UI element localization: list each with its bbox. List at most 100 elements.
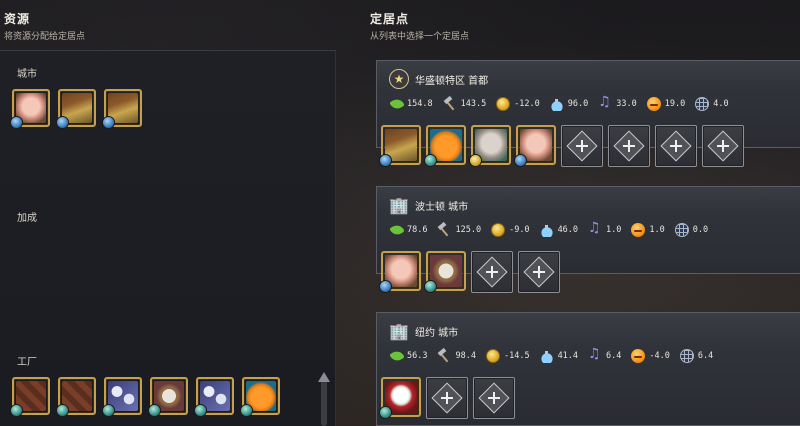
add-plus-icon <box>660 130 692 162</box>
settlement-name: 华盛顿特区 首都 <box>415 75 489 87</box>
settlement-stats: 154.8 143.5 -12.0 96.0 33.0 19.0 4.0 <box>389 94 739 112</box>
stat-value: 56.3 <box>407 351 428 361</box>
empty-resource-slot[interactable] <box>561 125 603 167</box>
settlement-resource-slots <box>379 251 560 293</box>
settlement-card-boston[interactable]: 🏢 波士顿 城市 78.6 125.0 -9.0 46.0 1.0 1.0 0.0 <box>376 186 800 293</box>
settlement-header: ★ 华盛顿特区 首都 <box>389 69 488 89</box>
resource-tile[interactable] <box>56 89 96 129</box>
stat-value: -12.0 <box>514 99 540 109</box>
stat-value: 143.5 <box>460 99 487 109</box>
resource-tile[interactable] <box>379 125 421 167</box>
resource-type-badge-icon <box>424 280 437 293</box>
happiness-icon <box>631 223 646 237</box>
settlement-name: 波士顿 城市 <box>415 201 469 213</box>
empty-resource-slot[interactable] <box>518 251 560 293</box>
add-plus-icon <box>613 130 645 162</box>
resource-tile[interactable] <box>194 377 234 417</box>
resource-type-badge-icon <box>102 404 115 417</box>
settlement-resource-slots <box>379 377 515 419</box>
stat-value: 154.8 <box>407 99 433 109</box>
empty-resource-slot[interactable] <box>426 377 468 419</box>
food-icon <box>389 222 405 238</box>
resource-tile[interactable] <box>148 377 188 417</box>
stat-value: 4.0 <box>713 99 729 109</box>
empty-resource-slot[interactable] <box>473 377 515 419</box>
settlement-stats: 56.3 98.4 -14.5 41.4 6.4 -4.0 6.4 <box>389 346 723 364</box>
happiness-icon <box>646 97 661 111</box>
add-plus-icon <box>707 130 739 162</box>
stat-gold: -9.0 <box>491 223 530 237</box>
stat-value: -14.5 <box>503 351 530 361</box>
add-plus-icon <box>566 130 598 162</box>
stat-value: 0.0 <box>692 225 709 235</box>
left-panel-scrollbar[interactable] <box>321 380 327 426</box>
influence-icon <box>695 97 710 111</box>
culture-icon <box>588 220 602 237</box>
stat-happiness: 1.0 <box>631 223 665 237</box>
resource-tile[interactable] <box>379 377 421 419</box>
resource-tile[interactable] <box>56 377 96 417</box>
science-icon <box>549 97 564 111</box>
resource-tile[interactable] <box>10 377 50 417</box>
stat-production: 125.0 <box>437 223 481 237</box>
stat-value: -9.0 <box>509 225 530 235</box>
resource-type-badge-icon <box>379 280 392 293</box>
resource-type-badge-icon <box>56 116 69 129</box>
settlement-card-washington[interactable]: ★ 华盛顿特区 首都 154.8 143.5 -12.0 96.0 33.0 19.0 4.… <box>376 60 800 167</box>
resource-type-badge-icon <box>194 404 207 417</box>
resource-type-badge-icon <box>10 116 23 129</box>
stat-value: 125.0 <box>455 225 482 235</box>
factory-section-label: 工厂 <box>17 357 37 368</box>
resource-tile[interactable] <box>424 251 466 293</box>
city-building-icon: 🏢 <box>389 195 409 215</box>
resources-header: 资源 将资源分配给定居点 <box>4 10 85 42</box>
resource-tile[interactable] <box>102 377 142 417</box>
production-icon <box>443 97 457 111</box>
production-icon <box>437 223 451 237</box>
empty-resource-slot[interactable] <box>655 125 697 167</box>
empty-resource-slot[interactable] <box>608 125 650 167</box>
stat-happiness: -4.0 <box>631 349 670 363</box>
resource-tile[interactable] <box>424 125 466 167</box>
resource-tile[interactable] <box>469 125 511 167</box>
stat-food: 56.3 <box>389 348 428 364</box>
influence-icon <box>674 223 689 237</box>
settlement-card-newyork[interactable]: 🏢 纽约 城市 56.3 98.4 -14.5 41.4 6.4 -4.0 6.4 <box>376 312 800 426</box>
add-plus-icon <box>523 256 555 288</box>
resource-tile[interactable] <box>10 89 50 129</box>
settlement-name: 纽约 城市 <box>415 327 459 339</box>
stat-culture: 1.0 <box>588 220 621 237</box>
gold-icon <box>485 349 500 363</box>
food-icon <box>389 348 405 364</box>
stat-value: 19.0 <box>664 99 686 109</box>
settlements-title: 定居点 <box>370 12 410 26</box>
empty-resource-slot[interactable] <box>471 251 513 293</box>
resource-type-badge-icon <box>102 116 115 129</box>
city-building-icon: 🏢 <box>389 321 409 341</box>
culture-icon <box>598 94 612 111</box>
resource-tile[interactable] <box>240 377 280 417</box>
scroll-up-arrow-icon[interactable] <box>318 372 330 382</box>
stat-value: 6.4 <box>606 351 622 361</box>
settlements-subtitle: 从列表中选择一个定居点 <box>370 32 470 42</box>
resource-tile[interactable] <box>514 125 556 167</box>
resource-type-badge-icon <box>424 154 437 167</box>
resource-type-badge-icon <box>379 154 392 167</box>
stat-science: 46.0 <box>539 223 579 237</box>
settlement-header: 🏢 纽约 城市 <box>389 321 458 341</box>
stat-value: 46.0 <box>557 225 579 235</box>
settlement-resource-slots <box>379 125 744 167</box>
gold-icon <box>496 97 511 111</box>
resource-tile[interactable] <box>102 89 142 129</box>
factory-resource-row <box>10 377 280 417</box>
stat-food: 154.8 <box>389 96 433 112</box>
stat-science: 96.0 <box>549 97 588 111</box>
stat-value: -4.0 <box>649 351 670 361</box>
resource-tile[interactable] <box>379 251 421 293</box>
empty-resource-slot[interactable] <box>702 125 744 167</box>
stat-culture: 33.0 <box>598 94 636 111</box>
add-plus-icon <box>476 256 508 288</box>
resource-type-badge-icon <box>514 154 527 167</box>
resource-type-badge-icon <box>56 404 69 417</box>
add-plus-icon <box>431 382 463 414</box>
